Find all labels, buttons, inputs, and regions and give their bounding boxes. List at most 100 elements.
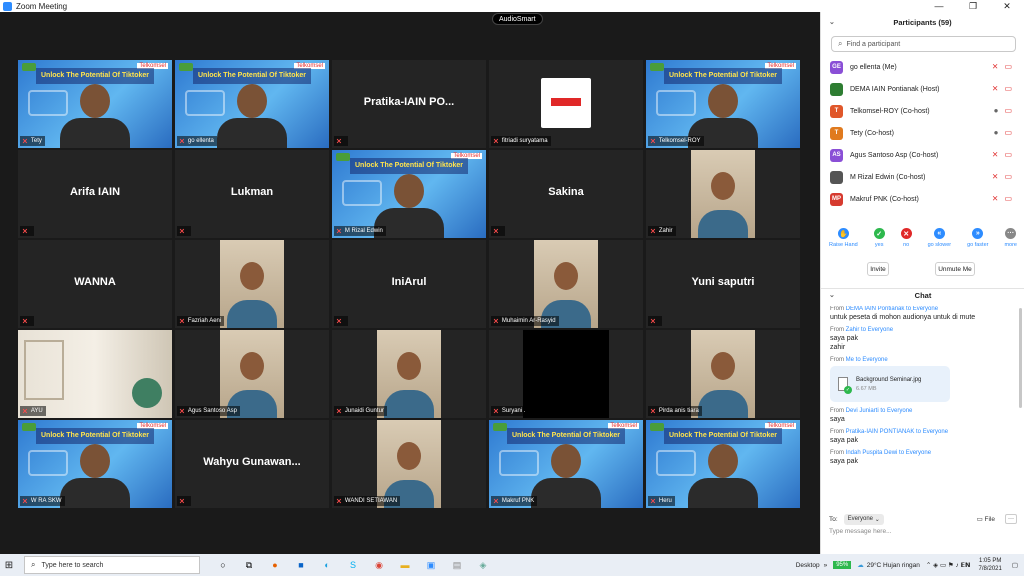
file-attachment[interactable]: ✓ Background Seminar.jpg 6.67 MB: [830, 366, 950, 402]
mic-muted-icon[interactable]: ⨯: [992, 84, 999, 93]
unmute-me-button[interactable]: Unmute Me: [935, 262, 975, 276]
video-tile[interactable]: Wahyu Gunawan... ⨯: [175, 420, 329, 508]
video-tile[interactable]: Arifa IAIN ⨯: [18, 150, 172, 238]
file-button[interactable]: ▭ File: [977, 515, 995, 523]
video-tile[interactable]: IniArul ⨯: [332, 240, 486, 328]
invite-button[interactable]: Invite: [867, 262, 889, 276]
participant-name-label: ⨯ Junaidi Guntur: [334, 406, 387, 416]
campus-logo: [336, 153, 350, 161]
recipient-select[interactable]: Everyone ⌄: [843, 513, 884, 525]
participant-row[interactable]: T Telkomsel-ROY (Co-host) ● ▭: [821, 100, 1024, 122]
video-tile[interactable]: Telkomsel Unlock The Potential Of Tiktoke…: [646, 420, 800, 508]
chat-sender: From Me to Everyone: [830, 357, 888, 363]
taskbar-search-input[interactable]: ⌕ Type here to search: [24, 556, 200, 574]
mic-icon[interactable]: ●: [994, 106, 999, 115]
reaction-button[interactable]: ✋ Raise Hand: [829, 228, 858, 258]
video-off-icon[interactable]: ▭: [1004, 84, 1012, 93]
mic-muted-icon: ⨯: [179, 498, 185, 505]
video-tile[interactable]: ⨯ Junaidi Guntur: [332, 330, 486, 418]
mic-muted-icon[interactable]: ⨯: [992, 150, 999, 159]
video-tile[interactable]: Telkomsel Unlock The Potential Of Tiktoke…: [175, 60, 329, 148]
chevron-down-icon[interactable]: ⌄: [829, 12, 835, 34]
desktop-label[interactable]: Desktop: [796, 562, 820, 569]
mic-icon[interactable]: ●: [994, 128, 999, 137]
participant-row-name: DEMA IAIN Pontianak (Host): [850, 85, 940, 93]
video-tile[interactable]: ⨯ AYU: [18, 330, 172, 418]
video-tile[interactable]: Pratika-IAIN PO... ⨯: [332, 60, 486, 148]
participant-row[interactable]: AS Agus Santoso Asp (Co-host) ⨯ ▭: [821, 144, 1024, 166]
video-tile[interactable]: ⨯ Zahir: [646, 150, 800, 238]
video-tile[interactable]: Telkomsel Unlock The Potential Of Tiktoke…: [332, 150, 486, 238]
close-button[interactable]: ✕: [990, 0, 1024, 12]
video-tile[interactable]: ⨯ WANDI SETIAWAN: [332, 420, 486, 508]
video-off-icon[interactable]: ▭: [1004, 62, 1012, 71]
video-tile[interactable]: ⨯ Fazriah Aeni: [175, 240, 329, 328]
reaction-label: more: [1004, 242, 1017, 248]
participant-row-name: go ellenta (Me): [850, 63, 897, 71]
edge-icon[interactable]: ◐: [314, 554, 340, 576]
mic-muted-icon[interactable]: ⨯: [992, 194, 999, 203]
video-off-icon[interactable]: ▭: [1004, 194, 1012, 203]
video-tile[interactable]: ⨯ fitriadi suryatama: [489, 60, 643, 148]
clock[interactable]: 1:05 PM 7/8/2021: [978, 557, 1001, 573]
windows-start-icon[interactable]: ⊞: [0, 554, 18, 576]
chat-text: saya: [830, 416, 845, 423]
video-off-icon[interactable]: ▭: [1004, 150, 1012, 159]
video-tile[interactable]: WANNA ⨯: [18, 240, 172, 328]
participant-search-input[interactable]: ⌕ Find a participant: [831, 36, 1016, 52]
video-tile[interactable]: Telkomsel Unlock The Potential Of Tiktoke…: [18, 420, 172, 508]
app-icon[interactable]: ◈: [470, 554, 496, 576]
video-off-icon[interactable]: ▭: [1004, 172, 1012, 181]
video-tile[interactable]: ⨯ Agus Santoso Asp: [175, 330, 329, 418]
reaction-button[interactable]: « go slower: [928, 228, 951, 258]
tray-icons[interactable]: ⌃ ◈ ▭ ⚑ ♪ 𝗘𝗡: [926, 561, 971, 569]
video-tile[interactable]: Telkomsel Unlock The Potential Of Tiktoke…: [489, 420, 643, 508]
participant-row[interactable]: MP Makruf PNK (Co-host) ⨯ ▭: [821, 188, 1024, 210]
zoom-taskbar-icon[interactable]: ▣: [418, 554, 444, 576]
video-off-icon[interactable]: ▭: [1004, 128, 1012, 137]
video-tile[interactable]: ⨯ Suryani .: [489, 330, 643, 418]
video-tile[interactable]: ⨯ Pirda anis tiara: [646, 330, 800, 418]
participant-row[interactable]: DEMA IAIN Pontianak (Host) ⨯ ▭: [821, 78, 1024, 100]
battery-badge[interactable]: 95%: [833, 561, 852, 569]
app-icon[interactable]: ▤: [444, 554, 470, 576]
mic-muted-icon: ⨯: [336, 408, 342, 415]
video-tile[interactable]: Lukman ⨯: [175, 150, 329, 238]
weather-text[interactable]: 29°C Hujan ringan: [867, 562, 920, 569]
reaction-button[interactable]: » go faster: [967, 228, 988, 258]
firefox-icon[interactable]: ●: [262, 554, 288, 576]
participant-name-label: ⨯ Fazriah Aeni: [177, 316, 225, 326]
outlook-icon[interactable]: ■: [288, 554, 314, 576]
video-tile[interactable]: Telkomsel Unlock The Potential Of Tiktoke…: [646, 60, 800, 148]
minimize-button[interactable]: —: [922, 0, 956, 12]
video-tile[interactable]: Sakina ⨯: [489, 150, 643, 238]
participant-name-label: ⨯: [334, 136, 348, 146]
audio-badge[interactable]: AudioSmart: [492, 13, 543, 25]
avatar: [830, 82, 843, 96]
task-view-icon[interactable]: ⧉: [236, 554, 262, 576]
mic-muted-icon[interactable]: ⨯: [992, 62, 999, 71]
video-off-icon[interactable]: ▭: [1004, 106, 1012, 115]
skype-icon[interactable]: S: [340, 554, 366, 576]
video-tile[interactable]: Yuni saputri ⨯: [646, 240, 800, 328]
participant-row[interactable]: GE go ellenta (Me) ⨯ ▭: [821, 56, 1024, 78]
chevron-down-icon[interactable]: ⌄: [829, 289, 835, 303]
reaction-label: yes: [874, 242, 884, 248]
video-tile[interactable]: ⨯ Muhaimin Ar-Rasyid: [489, 240, 643, 328]
participant-row[interactable]: M Rizal Edwin (Co-host) ⨯ ▭: [821, 166, 1024, 188]
file-explorer-icon[interactable]: ▬: [392, 554, 418, 576]
reaction-button[interactable]: ✕ no: [900, 228, 912, 258]
more-icon[interactable]: ···: [1005, 514, 1017, 524]
avatar: MP: [830, 192, 843, 206]
maximize-button[interactable]: ❐: [956, 0, 990, 12]
cortana-icon[interactable]: ○: [210, 554, 236, 576]
video-tile[interactable]: Telkomsel Unlock The Potential Of Tiktoke…: [18, 60, 172, 148]
reaction-button[interactable]: ··· more: [1004, 228, 1017, 258]
chat-scrollbar[interactable]: [1019, 308, 1022, 408]
reaction-button[interactable]: ✓ yes: [873, 228, 885, 258]
participant-row[interactable]: T Tety (Co-host) ● ▭: [821, 122, 1024, 144]
mic-muted-icon[interactable]: ⨯: [992, 172, 999, 181]
chrome-icon[interactable]: ◉: [366, 554, 392, 576]
chat-input[interactable]: Type message here...: [829, 528, 892, 535]
notification-icon[interactable]: ▢: [1012, 561, 1018, 569]
